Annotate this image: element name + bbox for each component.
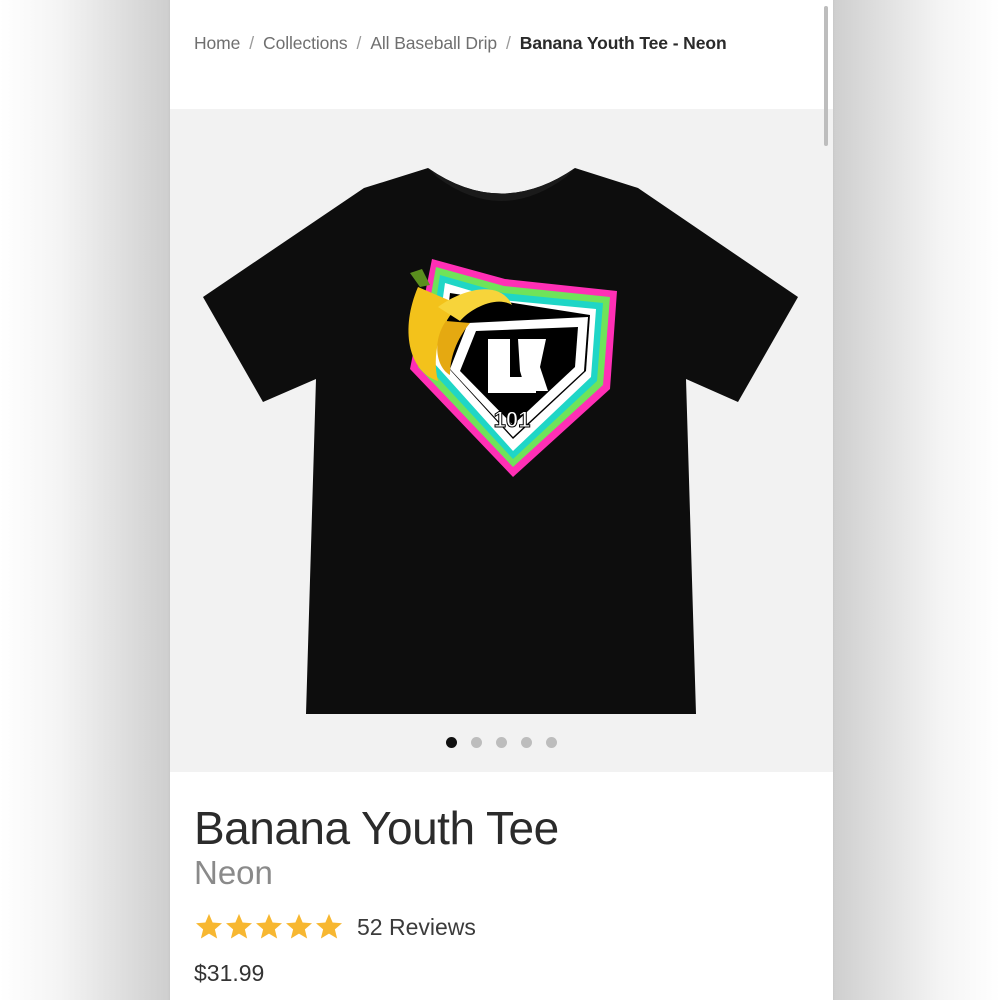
breadcrumb-separator: /: [249, 33, 255, 53]
star-icon: [196, 913, 222, 939]
logo-number-text: 101: [494, 407, 531, 432]
reviews-link[interactable]: 52 Reviews: [357, 914, 476, 941]
breadcrumb-current: Banana Youth Tee - Neon: [519, 33, 727, 53]
breadcrumb-collections-link[interactable]: Collections: [263, 33, 348, 53]
right-backdrop: [833, 0, 1000, 1000]
scrollbar[interactable]: [824, 6, 828, 146]
breadcrumb-home-link[interactable]: Home: [194, 33, 240, 53]
carousel-dot-2[interactable]: [471, 737, 482, 749]
product-price: $31.99: [194, 960, 265, 986]
black-tshirt-banana-k101-logo-icon: 101: [203, 168, 798, 714]
left-backdrop: [0, 0, 170, 1000]
carousel-dots: [170, 734, 833, 749]
carousel-dot-1[interactable]: [446, 737, 457, 749]
breadcrumb: Home / Collections / All Baseball Drip / Banan…: [194, 33, 727, 54]
star-icon: [316, 913, 342, 939]
breadcrumb-separator: /: [506, 33, 511, 53]
star-rating: [194, 912, 344, 942]
star-icon: [256, 913, 282, 939]
breadcrumb-separator: /: [356, 33, 362, 53]
product-title: Banana Youth Tee: [194, 802, 559, 854]
star-icon: [226, 913, 252, 939]
breadcrumb-all-baseball-drip-link[interactable]: All Baseball Drip: [370, 33, 497, 53]
star-icon: [286, 913, 312, 939]
carousel-dot-3[interactable]: [496, 737, 507, 749]
carousel-dot-5[interactable]: [546, 737, 557, 749]
product-image-gallery[interactable]: 101: [170, 109, 833, 772]
carousel-dot-4[interactable]: [521, 737, 532, 749]
product-variant: Neon: [194, 854, 273, 891]
product-rating[interactable]: 52 Reviews: [194, 912, 476, 942]
product-page: Home / Collections / All Baseball Drip / Banan…: [170, 0, 833, 1000]
